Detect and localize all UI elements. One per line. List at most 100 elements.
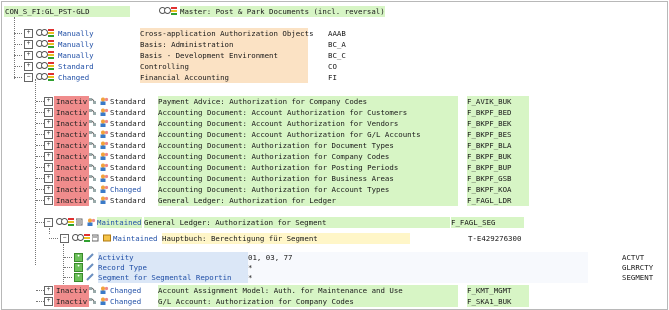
pencil-icon[interactable] [86, 263, 95, 271]
auth-object-row[interactable]: + Inactiv Standard Accounting Document: Aut… [36, 173, 666, 184]
status-lights-icon [36, 40, 48, 47]
status-lights-icon [159, 7, 171, 14]
auth-field-row[interactable]: • Segment for Segmental Reportin * SEGMENT [64, 272, 666, 283]
object-status[interactable]: Standard [110, 195, 146, 206]
object-status[interactable]: Changed [110, 184, 141, 195]
object-icon [89, 141, 98, 149]
expand-icon[interactable]: + [44, 286, 53, 295]
collapse-icon[interactable]: − [24, 73, 33, 82]
expand-icon[interactable]: + [44, 119, 53, 128]
auth-object-row[interactable]: + Inactiv Standard Accounting Document: Aut… [36, 151, 666, 162]
object-description: Accounting Document: Account Authorizati… [158, 129, 458, 140]
tree-node-row[interactable]: + Manually Basis: Administration BC_A [10, 39, 650, 50]
user-group-icon [100, 185, 109, 193]
field-value[interactable]: * [248, 272, 588, 283]
object-status[interactable]: Standard [110, 151, 146, 162]
authorization-row[interactable]: − Maintained Hauptbuch: Berechtigung für… [49, 233, 666, 244]
object-icon [89, 196, 98, 204]
expand-icon[interactable]: + [44, 97, 53, 106]
traffic-light-icon [48, 73, 54, 81]
tree-node-row[interactable]: + Standard Controlling CO [10, 61, 650, 72]
collapse-icon[interactable]: − [44, 218, 53, 227]
node-status[interactable]: Manually [58, 50, 94, 61]
traffic-light-icon [171, 7, 177, 15]
field-status-icon: • [74, 253, 83, 262]
object-icon [89, 152, 98, 160]
traffic-light-icon [84, 234, 90, 242]
auth-object-row[interactable]: + Inactiv Standard Payment Advice: Authoriz… [36, 96, 666, 107]
pencil-icon[interactable] [86, 253, 95, 261]
node-code: AAAB [328, 29, 346, 38]
auth-object-row[interactable]: + Inactiv Standard Accounting Document: Aut… [36, 140, 666, 151]
object-code: F_BKPF_BES [467, 129, 529, 140]
expand-icon[interactable]: + [24, 62, 33, 71]
auth-object-row[interactable]: + Inactiv Changed G/L Account: Authorizatio… [36, 296, 666, 307]
object-code: F_FAGL_SEG [451, 217, 524, 228]
object-icon [89, 286, 98, 294]
object-code: F_BKPF_BED [467, 107, 529, 118]
status-lights-icon [36, 73, 48, 80]
expand-icon[interactable]: + [24, 51, 33, 60]
inactive-badge: Inactiv [54, 96, 90, 107]
auth-object-row[interactable]: + Inactiv Standard General Ledger: Authoriz… [36, 195, 666, 206]
expand-icon[interactable]: + [44, 130, 53, 139]
segment-object-row[interactable]: − Maintained General Ledger: Authorizati… [36, 217, 666, 228]
pencil-icon[interactable] [86, 273, 95, 281]
role-title: Master: Post & Park Documents (incl. rev… [180, 6, 385, 17]
expand-icon[interactable]: + [44, 185, 53, 194]
expand-icon[interactable]: + [44, 108, 53, 117]
node-status[interactable]: Standard [58, 61, 94, 72]
user-group-icon [100, 130, 109, 138]
traffic-light-icon [48, 29, 54, 37]
expand-icon[interactable]: + [24, 40, 33, 49]
user-group-icon [100, 286, 109, 294]
object-icon [89, 163, 98, 171]
expand-icon[interactable]: + [44, 297, 53, 306]
auth-object-row[interactable]: + Inactiv Standard Accounting Document: Aut… [36, 162, 666, 173]
object-status[interactable]: Standard [110, 162, 146, 173]
node-status[interactable]: Changed [58, 72, 89, 83]
object-description: General Ledger: Authorization for Segmen… [144, 217, 450, 228]
object-status[interactable]: Standard [110, 96, 146, 107]
user-group-icon [87, 218, 96, 226]
tree-node-row[interactable]: + Manually Cross-application Authorization… [10, 28, 650, 39]
expand-icon[interactable]: + [24, 29, 33, 38]
object-status[interactable]: Standard [110, 140, 146, 151]
expand-icon[interactable]: + [44, 196, 53, 205]
object-description: G/L Account: Authorization for Company C… [158, 296, 458, 307]
object-status[interactable]: Standard [110, 118, 146, 129]
object-status[interactable]: Standard [110, 173, 146, 184]
expand-icon[interactable]: + [44, 174, 53, 183]
auth-object-row[interactable]: + Inactiv Changed Accounting Document: Auth… [36, 184, 666, 195]
expand-icon[interactable]: + [44, 163, 53, 172]
node-status[interactable]: Manually [58, 39, 94, 50]
auth-object-row[interactable]: + Inactiv Standard Accounting Document: Acc… [36, 107, 666, 118]
user-group-icon [100, 119, 109, 127]
object-status[interactable]: Maintained [97, 217, 142, 228]
field-code: SEGMENT [622, 273, 654, 282]
node-description: Cross-application Authorization Objects [140, 28, 314, 39]
object-status[interactable]: Standard [110, 107, 146, 118]
object-status[interactable]: Changed [110, 296, 141, 307]
user-group-icon [100, 97, 109, 105]
tree-node-row[interactable]: + Manually Basis - Development Environment… [10, 50, 650, 61]
inactive-badge: Inactiv [54, 151, 90, 162]
authorization-status[interactable]: Maintained [113, 233, 158, 244]
collapse-icon[interactable]: − [60, 234, 69, 243]
auth-object-row[interactable]: + Inactiv Changed Account Assignment Model:… [36, 285, 666, 296]
user-group-icon [100, 196, 109, 204]
auth-object-row[interactable]: + Inactiv Standard Accounting Document: Acc… [36, 118, 666, 129]
authorization-description: Hauptbuch: Berechtigung für Segment [162, 233, 410, 244]
object-status[interactable]: Standard [110, 129, 146, 140]
expand-icon[interactable]: + [44, 152, 53, 161]
role-header-row[interactable]: CON_S_FI:GL_PST-GLD Master: Post & Park … [4, 6, 664, 17]
authorization-icon [103, 234, 112, 242]
expand-icon[interactable]: + [44, 141, 53, 150]
object-code: F_BKPF_BUP [467, 162, 529, 173]
inactive-badge: Inactiv [54, 118, 90, 129]
node-status[interactable]: Manually [58, 28, 94, 39]
traffic-light-icon [68, 218, 74, 226]
auth-object-row[interactable]: + Inactiv Standard Accounting Document: Acc… [36, 129, 666, 140]
tree-node-row[interactable]: − Changed Financial Accounting FI [10, 72, 650, 83]
object-status[interactable]: Changed [110, 285, 141, 296]
